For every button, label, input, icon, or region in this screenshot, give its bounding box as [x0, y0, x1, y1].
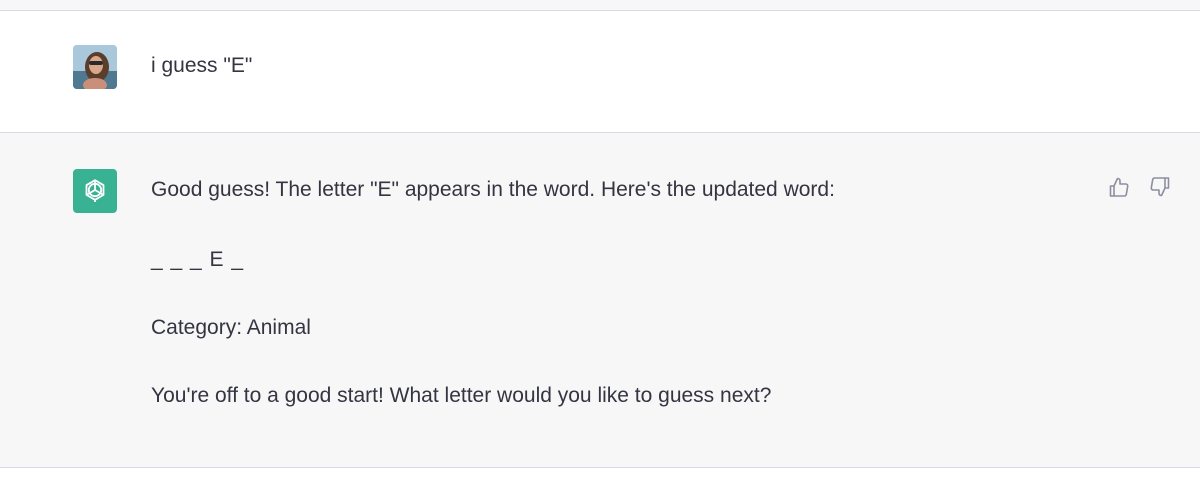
chat-page: i guess "E" Good guess! The letter "E" a…	[0, 0, 1200, 479]
previous-message-edge	[0, 0, 1200, 11]
category-line: Category: Animal	[151, 316, 311, 339]
user-message-text: i guess "E"	[151, 54, 253, 77]
assistant-message-line: You're off to a good start! What letter …	[151, 384, 772, 407]
thumbs-up-button[interactable]	[1106, 174, 1132, 200]
thumbs-down-icon	[1150, 177, 1170, 197]
next-message-edge	[0, 468, 1200, 479]
assistant-message-row: Good guess! The letter "E" appears in th…	[0, 133, 1200, 468]
user-message-row: i guess "E"	[0, 11, 1200, 133]
openai-logo-icon	[85, 179, 105, 202]
thumbs-down-button[interactable]	[1147, 174, 1173, 200]
hangman-word-display: _ _ _ E _	[151, 248, 245, 271]
assistant-avatar	[73, 169, 117, 213]
user-avatar	[73, 45, 117, 89]
user-photo-avatar	[73, 45, 117, 89]
assistant-message-line: Good guess! The letter "E" appears in th…	[151, 178, 835, 201]
thumbs-up-icon	[1109, 177, 1129, 197]
